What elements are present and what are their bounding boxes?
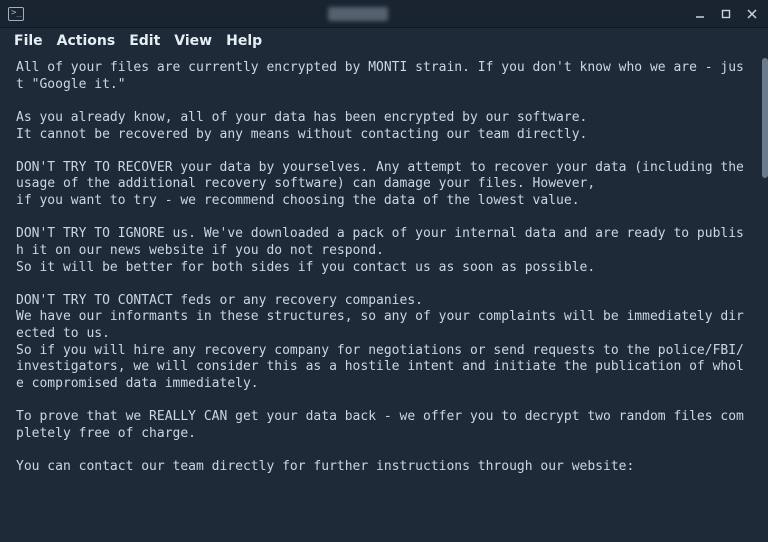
maximize-button[interactable]: [718, 6, 734, 22]
minimize-button[interactable]: [692, 6, 708, 22]
menu-file[interactable]: File: [14, 33, 43, 49]
content-area: All of your files are currently encrypte…: [0, 54, 768, 542]
window-controls: [692, 6, 760, 22]
menu-help[interactable]: Help: [226, 33, 262, 49]
scrollbar-thumb[interactable]: [762, 58, 768, 178]
close-button[interactable]: [744, 6, 760, 22]
titlebar: >_: [0, 0, 768, 28]
menu-actions[interactable]: Actions: [57, 33, 116, 49]
terminal-output[interactable]: All of your files are currently encrypte…: [0, 54, 762, 542]
terminal-icon: >_: [8, 7, 24, 21]
titlebar-left: >_: [8, 7, 24, 21]
title-obscured: [328, 7, 388, 21]
scrollbar-track[interactable]: [762, 54, 768, 542]
menubar: File Actions Edit View Help: [0, 28, 768, 54]
menu-view[interactable]: View: [174, 33, 212, 49]
terminal-window: >_ File Actions Edit View Help All of yo…: [0, 0, 768, 542]
titlebar-center: [24, 7, 692, 21]
menu-edit[interactable]: Edit: [129, 33, 160, 49]
